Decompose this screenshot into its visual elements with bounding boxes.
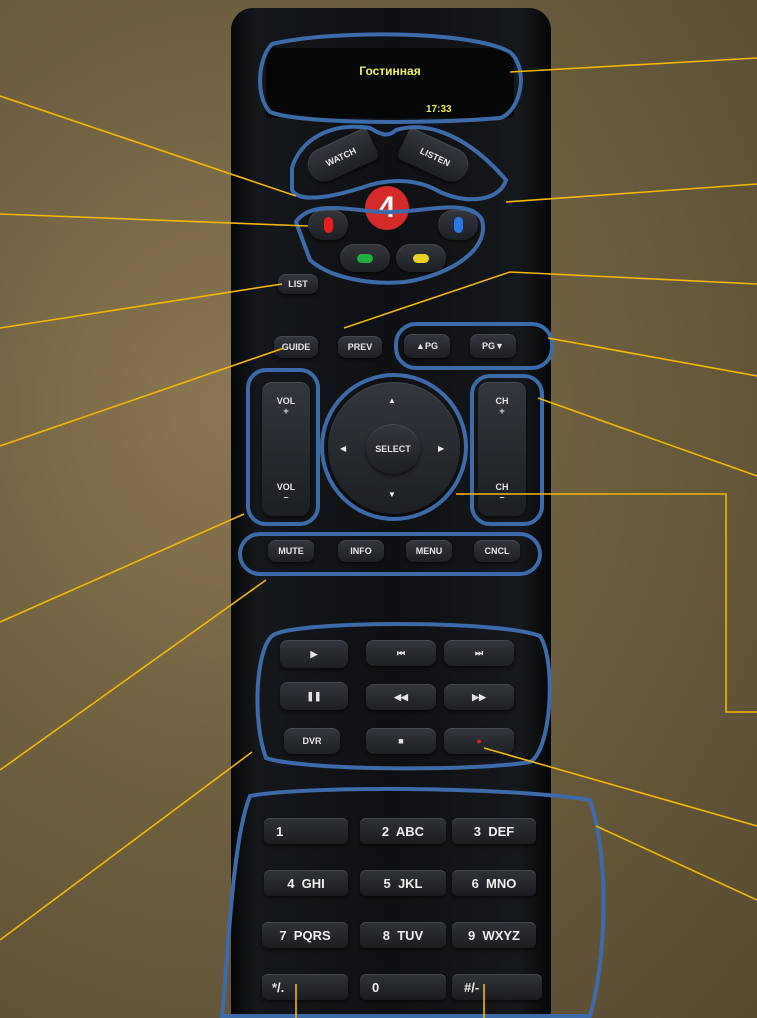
leader-line [547, 337, 757, 377]
leader-line [0, 513, 245, 623]
leader-line [509, 57, 757, 73]
leader-line [505, 183, 757, 203]
leader-line [0, 751, 253, 941]
leader-line [456, 493, 757, 713]
ring-transport [255, 622, 552, 771]
leader-line [0, 579, 267, 771]
ring-volume [246, 368, 320, 526]
ring-colors [293, 205, 486, 285]
leader-line [0, 95, 297, 197]
leader-line [537, 397, 757, 477]
ring-activity [290, 124, 509, 202]
ring-page [394, 322, 554, 370]
ring-keypad [219, 786, 606, 1018]
ring-channel [470, 374, 544, 526]
leader-line [509, 271, 757, 285]
leader-line [0, 213, 309, 227]
ring-mute-row [238, 532, 542, 576]
leader-line [0, 283, 283, 329]
leader-line [0, 347, 285, 447]
ring-dpad [320, 373, 468, 521]
leader-line [483, 747, 757, 827]
annotation-overlay [0, 32, 757, 1018]
leader-line [595, 825, 757, 901]
ring-screen [258, 32, 523, 124]
